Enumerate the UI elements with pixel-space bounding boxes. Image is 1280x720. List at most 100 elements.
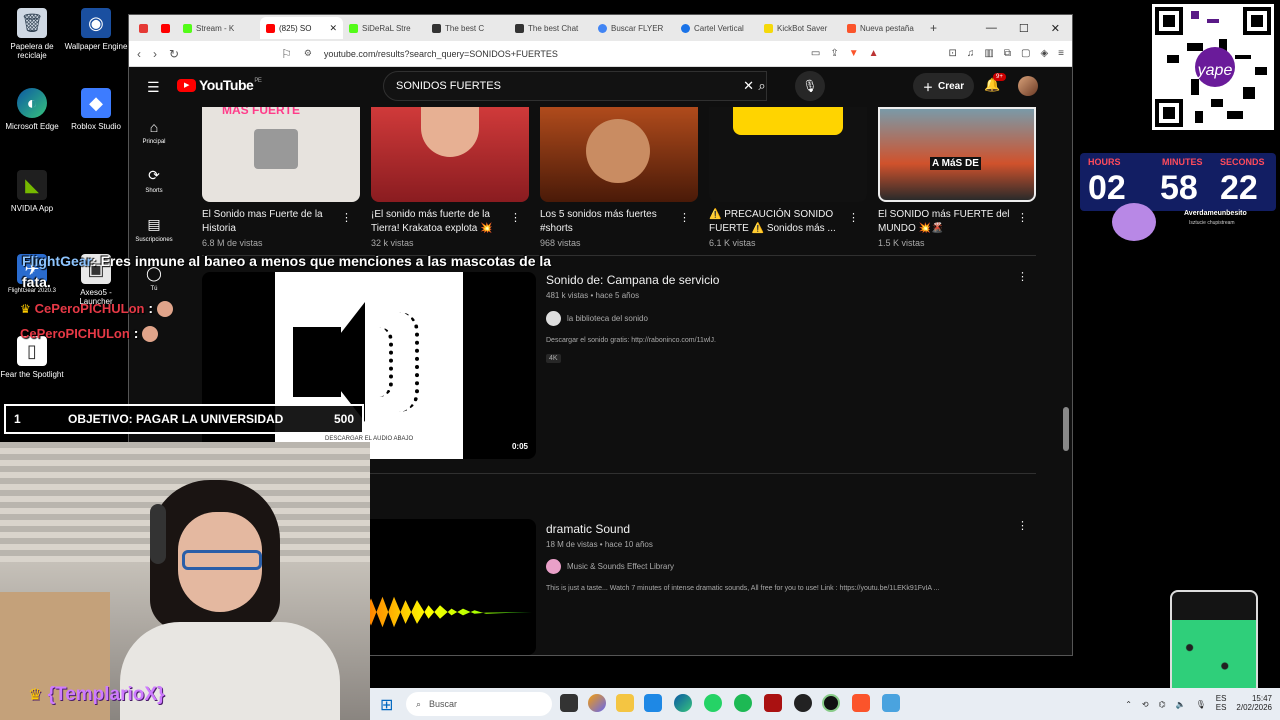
copilot-icon[interactable] bbox=[588, 694, 606, 712]
short-thumbnail bbox=[371, 107, 529, 202]
url-field[interactable]: youtube.com/results?search_query=SONIDOS… bbox=[324, 49, 799, 59]
sidebar-item-shorts[interactable]: ⟳ Shorts bbox=[129, 156, 179, 205]
close-tab-icon[interactable]: ✕ bbox=[329, 23, 337, 34]
whatsapp-icon[interactable] bbox=[704, 694, 722, 712]
bookmark-icon[interactable]: ⚐ bbox=[281, 47, 292, 61]
window-controls: — ☐ ✕ bbox=[986, 22, 1072, 35]
tab-sideral-stream[interactable]: SiDeRaL Stre bbox=[343, 17, 426, 39]
brave-favicon-icon bbox=[847, 23, 856, 33]
extensions-icon[interactable]: ⧉ bbox=[1004, 48, 1011, 59]
more-options-icon[interactable]: ⋮ bbox=[679, 211, 690, 224]
maximize-icon[interactable]: ☐ bbox=[1019, 22, 1029, 35]
more-options-icon[interactable]: ⋮ bbox=[1017, 211, 1028, 224]
short-card[interactable]: MAS FUERTE El Sonido mas Fuerte de la Hi… bbox=[202, 107, 360, 248]
search-button[interactable]: ⌕ bbox=[743, 71, 781, 101]
forward-icon[interactable]: › bbox=[153, 47, 157, 61]
spotify-icon[interactable] bbox=[734, 694, 752, 712]
close-window-icon[interactable]: ✕ bbox=[1051, 22, 1060, 35]
desktop-icon-fear-the-spotlight[interactable]: ▯ Fear the Spotlight bbox=[0, 336, 64, 379]
short-card[interactable]: ⚠️ PRECAUCIÓN SONIDO FUERTE ⚠️ Sonidos m… bbox=[709, 107, 867, 248]
short-views: 32 k vistas bbox=[371, 238, 414, 248]
sync-icon[interactable]: ⟲ bbox=[1142, 700, 1149, 709]
rewards-icon[interactable]: ▲ bbox=[869, 48, 879, 59]
volume-icon[interactable]: 🔈 bbox=[1176, 700, 1186, 709]
more-options-icon[interactable]: ⋮ bbox=[510, 211, 521, 224]
sidebar-toggle-icon[interactable]: ▥ bbox=[984, 48, 993, 59]
tab-kickbot[interactable]: KickBot Saver bbox=[758, 17, 841, 39]
brave-shield-icon[interactable]: ▼ bbox=[849, 48, 859, 59]
short-card[interactable]: A MáS DE El SONIDO más FUERTE del MUNDO … bbox=[878, 107, 1036, 248]
screenshot-icon[interactable]: ⊡ bbox=[949, 48, 957, 59]
tab-best-chat-1[interactable]: The best C bbox=[426, 17, 509, 39]
wallet-icon[interactable]: ▢ bbox=[1021, 48, 1030, 59]
short-card[interactable]: ¡El sonido más fuerte de la Tierra! Krak… bbox=[371, 107, 529, 248]
back-icon[interactable]: ‹ bbox=[137, 47, 141, 61]
tab-youtube-pinned[interactable] bbox=[155, 17, 177, 39]
more-options-icon[interactable]: ⋮ bbox=[341, 211, 352, 224]
youtube-logo[interactable]: ▶ YouTube PE bbox=[177, 77, 262, 93]
more-options-icon[interactable]: ⋮ bbox=[1017, 270, 1028, 283]
video-title[interactable]: Sonido de: Campana de servicio bbox=[546, 273, 719, 287]
more-options-icon[interactable]: ⋮ bbox=[848, 211, 859, 224]
cast-icon[interactable]: ▭ bbox=[811, 48, 820, 59]
music-icon[interactable]: ♫ bbox=[967, 48, 975, 59]
obs-icon[interactable] bbox=[794, 694, 812, 712]
tab-youtube-results[interactable]: (825) SO ✕ bbox=[260, 17, 343, 39]
site-info-icon[interactable]: ⚙ bbox=[304, 48, 312, 59]
menu-icon[interactable]: ≡ bbox=[1058, 48, 1064, 59]
sidebar-item-principal[interactable]: ⌂ Principal bbox=[129, 107, 179, 156]
desktop-icon-wallpaper-engine[interactable]: ◉ Wallpaper Engine bbox=[64, 8, 128, 51]
hamburger-menu-icon[interactable]: ☰ bbox=[147, 79, 160, 96]
store-icon[interactable] bbox=[644, 694, 662, 712]
avatar[interactable] bbox=[1018, 76, 1038, 96]
network-icon[interactable]: ⌬ bbox=[1159, 700, 1166, 709]
edge-taskbar-icon[interactable] bbox=[674, 694, 692, 712]
short-card[interactable]: Los 5 sonidos más fuertes #shorts 968 vi… bbox=[540, 107, 698, 248]
chat-line: CePeroPICHULon : bbox=[20, 325, 159, 343]
chat-username: CePeroPICHULon bbox=[34, 301, 145, 316]
tab-cartel-vertical[interactable]: Cartel Vertical bbox=[675, 17, 758, 39]
tab-label: Stream - K bbox=[196, 23, 235, 33]
tab-bar: Stream - K (825) SO ✕ SiDeRaL Stre The be… bbox=[129, 15, 1072, 41]
desktop-icon-recycle-bin[interactable]: 🗑 Papelera de reciclaje bbox=[0, 8, 64, 60]
desktop-icon-roblox-studio[interactable]: ◆ Roblox Studio bbox=[64, 88, 128, 131]
language-bottom: ES bbox=[1215, 703, 1227, 712]
video-channel[interactable]: la biblioteca del sonido bbox=[546, 311, 648, 326]
sidebar-item-suscripciones[interactable]: ▤ Suscripciones bbox=[129, 205, 179, 254]
minimize-icon[interactable]: — bbox=[986, 22, 997, 35]
tab-best-chat-2[interactable]: The best Chat bbox=[509, 17, 592, 39]
task-view-icon[interactable] bbox=[560, 694, 578, 712]
share-icon[interactable]: ⇪ bbox=[830, 48, 838, 59]
taskbar-search[interactable]: ⌕ Buscar bbox=[406, 692, 552, 716]
youtube-favicon-icon bbox=[161, 23, 170, 33]
clock[interactable]: 15:47 2/02/2026 bbox=[1236, 694, 1272, 713]
search-input[interactable]: SONIDOS FUERTES ✕ bbox=[383, 71, 767, 101]
more-options-icon[interactable]: ⋮ bbox=[1017, 519, 1028, 532]
create-button[interactable]: ＋ Crear bbox=[913, 73, 975, 99]
desktop-icon-edge[interactable]: ◐ Microsoft Edge bbox=[0, 88, 64, 131]
desktop-icon-label: Roblox Studio bbox=[71, 122, 121, 131]
tab-extension[interactable] bbox=[133, 17, 155, 39]
notepad-icon[interactable] bbox=[882, 694, 900, 712]
timer-subtitle: Isztucie chupistream bbox=[1189, 220, 1235, 226]
voice-search-button[interactable]: 🎙 bbox=[795, 71, 825, 101]
xbox-icon[interactable] bbox=[822, 694, 840, 712]
kickbot-favicon-icon bbox=[764, 23, 773, 33]
dota-icon[interactable] bbox=[764, 694, 782, 712]
windows-start-icon[interactable]: ⊞ bbox=[380, 695, 393, 715]
scrollbar-thumb[interactable] bbox=[1063, 407, 1069, 451]
video-title[interactable]: dramatic Sound bbox=[546, 522, 630, 536]
tab-stream-kick[interactable]: Stream - K bbox=[177, 17, 260, 39]
chevron-up-icon[interactable]: ⌃ bbox=[1125, 700, 1132, 709]
language-indicator[interactable]: ES ES bbox=[1215, 694, 1227, 713]
vpn-icon[interactable]: ◈ bbox=[1040, 48, 1048, 59]
brave-taskbar-icon[interactable] bbox=[852, 694, 870, 712]
file-explorer-icon[interactable] bbox=[616, 694, 634, 712]
tab-buscar-flyer[interactable]: Buscar FLYER bbox=[592, 17, 675, 39]
new-tab-icon[interactable]: + bbox=[930, 21, 937, 35]
microphone-tray-icon[interactable]: 🎙 bbox=[1196, 700, 1206, 709]
tab-nueva-pestana[interactable]: Nueva pestaña bbox=[841, 17, 924, 39]
video-channel[interactable]: Music & Sounds Effect Library bbox=[546, 559, 674, 574]
reload-icon[interactable]: ↻ bbox=[169, 47, 179, 61]
desktop-icon-nvidia[interactable]: ◣ NVIDIA App bbox=[0, 170, 64, 213]
